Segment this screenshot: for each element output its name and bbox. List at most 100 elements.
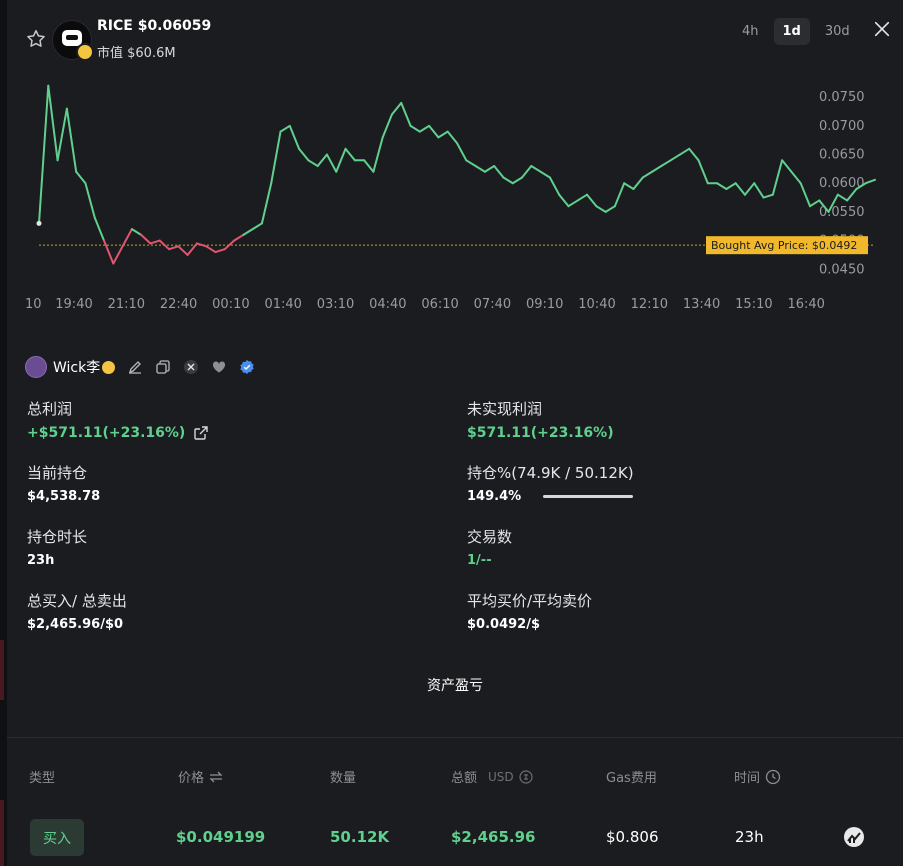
total-profit-label: 总利润: [27, 400, 73, 418]
y-tick-label: 0.0650: [819, 148, 865, 163]
holding-duration-label: 持仓时长: [27, 528, 88, 546]
total-profit-stat: 总利润 +$571.11(+23.16%): [27, 398, 209, 441]
price-line-segment: [65, 107, 78, 173]
price-line-segment: [651, 165, 663, 173]
col-header-type: 类型: [29, 767, 55, 786]
price-line-segment: [483, 165, 496, 173]
clock-icon[interactable]: [765, 769, 781, 785]
unrealized-profit-value: $571.11(+23.16%): [467, 425, 614, 441]
star-icon[interactable]: [25, 28, 47, 50]
price-line-segment: [669, 153, 681, 162]
x-tick-label: 04:40: [369, 297, 406, 312]
holding-percent-value-row: 149.4%: [467, 489, 634, 504]
current-position-stat: 当前持仓 $4,538.78: [27, 462, 100, 504]
price-line-segment: [456, 142, 468, 162]
buy-sell-total-label: 总买入/ 总卖出: [27, 592, 127, 610]
token-logo: [52, 20, 94, 61]
col-header-price[interactable]: 价格: [178, 767, 223, 786]
price-line-segment: [558, 193, 570, 208]
heart-icon[interactable]: [211, 359, 227, 375]
price-line-segment: [474, 165, 486, 173]
edit-icon[interactable]: [127, 359, 143, 375]
col-header-amount: 数量: [330, 767, 356, 786]
x-tick-label: 15:10: [735, 297, 772, 312]
price-line-segment: [734, 182, 746, 196]
swap-icon[interactable]: [209, 771, 223, 783]
buy-sell-total-value: $2,465.96/$0: [27, 617, 124, 632]
price-line-segment: [632, 176, 644, 190]
holding-percent-stat: 持仓%(74.9K / 50.12K) 149.4%: [467, 462, 634, 504]
price-line-segment: [279, 124, 291, 133]
price-line-segment: [799, 182, 811, 208]
price-line-segment: [771, 159, 784, 196]
avg-price-label-text: Bought Avg Price: $0.0492: [711, 239, 857, 252]
col-header-total-label: 总额: [451, 771, 478, 786]
x-tick-label: 06:10: [421, 297, 458, 312]
x-tick-label: 19:40: [55, 297, 92, 312]
price-line-segment: [418, 124, 431, 133]
price-line-segment: [242, 228, 254, 236]
copy-icon[interactable]: [155, 359, 171, 375]
price-line-segment: [641, 170, 654, 179]
start-point: [36, 220, 42, 226]
buy-sell-total-stat: 总买入/ 总卖出 $2,465.96/$0: [27, 590, 127, 632]
col-header-total[interactable]: 总额 USD: [451, 767, 533, 786]
trade-gas: $0.806: [606, 828, 659, 846]
unrealized-profit-label: 未实现利润: [467, 400, 543, 418]
chart-link-icon[interactable]: [843, 826, 865, 848]
x-tick-label: 00:10: [212, 297, 249, 312]
trader-name: Wick李: [53, 360, 101, 376]
price-line-segment: [325, 153, 338, 173]
price-line-segment: [437, 130, 449, 139]
x-twitter-icon[interactable]: [183, 359, 199, 375]
price-line-segment: [576, 193, 589, 202]
x-tick-label: 10:40: [578, 297, 615, 312]
price-line-segment: [660, 159, 672, 168]
price-line-segment: [260, 182, 273, 225]
price-line-segment: [530, 165, 542, 173]
timeframe-30d-button[interactable]: 30d: [816, 18, 859, 45]
background-accent: [0, 640, 4, 700]
price-line-segment: [678, 147, 691, 156]
price-line-segment: [790, 170, 802, 185]
trade-type-badge: 买入: [30, 819, 84, 856]
price-line-segment: [493, 165, 505, 179]
x-tick-label: 10: [25, 297, 42, 312]
timeframe-4h-button[interactable]: 4h: [733, 18, 768, 45]
price-line-segment: [836, 193, 849, 202]
trader-avatar: [25, 356, 47, 378]
currency-toggle-icon[interactable]: [519, 769, 533, 784]
chain-badge-icon: [76, 43, 94, 61]
background-strip: [0, 0, 7, 866]
asset-pnl-title[interactable]: 资产盈亏: [7, 675, 903, 695]
price-line-segment: [808, 199, 821, 208]
x-tick-label: 09:10: [526, 297, 563, 312]
price-line-segment: [103, 239, 115, 265]
price-line-segment: [409, 124, 421, 133]
price-line-segment: [567, 199, 579, 208]
price-line-segment: [205, 245, 217, 254]
close-icon[interactable]: [873, 20, 891, 38]
trade-count-value: 1/--: [467, 553, 492, 568]
y-tick-label: 0.0700: [819, 119, 865, 134]
price-line-segment: [84, 182, 96, 219]
price-line-segment: [688, 147, 700, 162]
external-link-icon[interactable]: [193, 425, 209, 441]
price-line-segment: [112, 245, 124, 265]
timeframe-1d-button[interactable]: 1d: [773, 18, 810, 45]
coin-icon: [102, 360, 116, 374]
trader-info: Wick李: [25, 356, 255, 378]
holding-duration-stat: 持仓时长 23h: [27, 526, 87, 568]
price-line-segment: [623, 182, 635, 190]
col-header-time[interactable]: 时间: [734, 767, 781, 786]
trade-amount: 50.12K: [330, 828, 390, 846]
price-line-segment: [121, 228, 133, 248]
price-line-segment: [716, 182, 728, 190]
price-line-segment: [762, 193, 774, 199]
price-line-segment: [75, 170, 87, 185]
avg-price-stat: 平均买价/平均卖价 $0.0492/$: [467, 590, 592, 632]
x-tick-label: 01:40: [264, 297, 301, 312]
price-line-segment: [753, 182, 765, 199]
price-chart: 0.07500.07000.06500.06000.05500.05000.04…: [25, 84, 876, 312]
current-position-label: 当前持仓: [27, 464, 88, 482]
